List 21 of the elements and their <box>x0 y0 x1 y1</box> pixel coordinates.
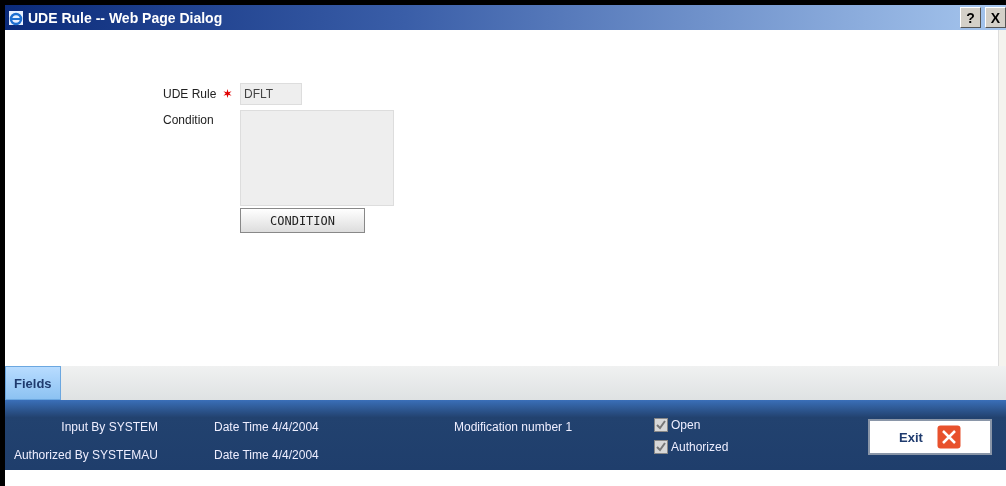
browser-icon <box>8 9 24 26</box>
condition-button[interactable]: CONDITION <box>240 208 365 233</box>
checkbox-label: Open <box>671 418 701 432</box>
checkbox-label: Authorized <box>671 440 729 454</box>
field-label: UDE Rule <box>163 86 218 101</box>
input-field[interactable]: DFLT <box>240 83 302 105</box>
exit-button[interactable]: Exit <box>868 419 992 455</box>
checkbox[interactable] <box>654 418 668 432</box>
audit-text: Input By SYSTEM <box>61 420 158 434</box>
scrollbar[interactable] <box>998 30 1006 366</box>
audit-text: Date Time 4/4/2004 <box>214 420 320 434</box>
field-label: Condition <box>163 112 215 127</box>
help-button[interactable]: ? <box>960 7 981 28</box>
checkbox[interactable] <box>654 440 668 454</box>
tab[interactable]: Fields <box>5 366 61 400</box>
audit-text: Modification number 1 <box>454 420 574 434</box>
audit-text: Authorized By SYSTEMAU <box>13 448 158 462</box>
audit-text: Date Time 4/4/2004 <box>214 448 320 462</box>
window-title: UDE Rule -- Web Page Dialog <box>28 9 224 26</box>
close-icon <box>936 425 961 449</box>
close-button[interactable]: X <box>985 7 1006 28</box>
